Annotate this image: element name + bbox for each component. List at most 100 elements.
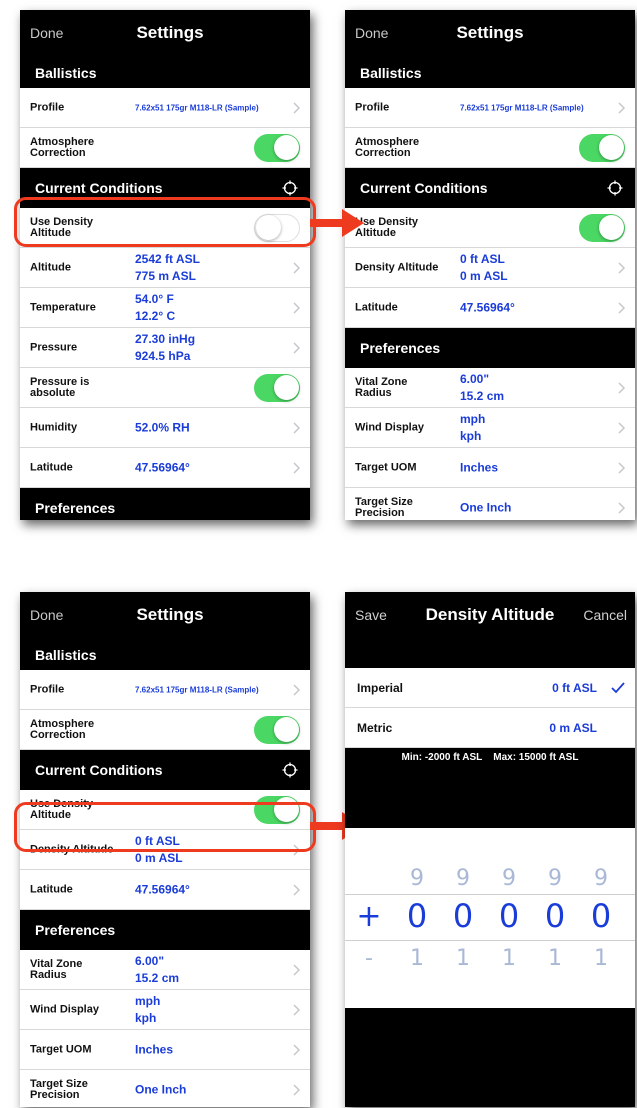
row-vital-zone[interactable]: Vital Zone Radius 6.00" 15.2 cm — [20, 950, 310, 990]
row-label: Profile — [355, 101, 390, 113]
latitude-value: 47.56964° — [460, 300, 515, 314]
chevron-right-icon — [293, 341, 301, 354]
row-label: Humidity — [30, 421, 78, 433]
section-title: Preferences — [360, 340, 441, 356]
row-temperature[interactable]: Temperature 54.0° F 12.2° C — [20, 288, 310, 328]
pressure-absolute-toggle[interactable] — [254, 373, 300, 402]
location-crosshair-icon[interactable] — [282, 762, 298, 778]
picker-digit-above[interactable]: 9 — [540, 866, 570, 891]
row-profile[interactable]: Profile 7.62x51 175gr M118-LR (Sample) — [20, 670, 310, 710]
picker-digit-below[interactable]: 1 — [494, 946, 524, 971]
altitude-picker[interactable]: 9 9 9 9 9 + 0 0 0 0 0 - 1 1 1 1 1 — [345, 828, 635, 1008]
row-wind-display[interactable]: Wind Display mph kph — [345, 408, 635, 448]
row-use-density-altitude: Use Density Altitude — [345, 208, 635, 248]
chevron-right-icon — [618, 301, 626, 314]
max-label: Max: 15000 ft ASL — [493, 752, 579, 763]
picker-digit-selected[interactable]: 0 — [540, 897, 570, 935]
row-label: Vital Zone Radius — [355, 375, 408, 399]
target-uom-value: Inches — [460, 460, 499, 474]
row-label: Temperature — [30, 301, 96, 313]
row-target-uom[interactable]: Target UOM Inches — [20, 1030, 310, 1070]
row-altitude[interactable]: Altitude 2542 ft ASL 775 m ASL — [20, 248, 310, 288]
location-crosshair-icon[interactable] — [607, 180, 623, 196]
altitude-value: 2542 ft ASL 775 m ASL — [135, 251, 200, 283]
spacer — [345, 640, 635, 668]
picker-sign-below[interactable]: - — [354, 946, 384, 971]
highlight-density-altitude — [14, 802, 316, 852]
vital-zone-value: 6.00" 15.2 cm — [135, 953, 180, 985]
picker-digit-selected[interactable]: 0 — [586, 897, 616, 935]
page-title: Settings — [136, 605, 204, 624]
row-label: Atmosphere Correction — [30, 717, 95, 741]
section-title: Ballistics — [35, 65, 97, 81]
temperature-value: 54.0° F 12.2° C — [135, 291, 176, 323]
row-latitude[interactable]: Latitude 47.56964° — [345, 288, 635, 328]
picker-digit-above[interactable]: 9 — [402, 866, 432, 891]
picker-digit-below[interactable]: 1 — [586, 946, 616, 971]
section-title: Preferences — [35, 922, 116, 938]
row-label: Target Size Precision — [355, 495, 413, 519]
row-atmosphere: Atmosphere Correction — [20, 710, 310, 750]
row-label: Profile — [30, 683, 65, 695]
section-preferences: Preferences — [345, 328, 635, 368]
profile-value: 7.62x51 175gr M118-LR (Sample) — [460, 103, 584, 112]
density-altitude-value: 0 ft ASL 0 m ASL — [460, 251, 508, 283]
row-profile[interactable]: Profile 7.62x51 175gr M118-LR (Sample) — [20, 88, 310, 128]
row-density-altitude[interactable]: Density Altitude 0 ft ASL 0 m ASL — [345, 248, 635, 288]
picker-digit-above[interactable]: 9 — [586, 866, 616, 891]
picker-digit-selected[interactable]: 0 — [402, 897, 432, 935]
row-target-size[interactable]: Target Size Precision One Inch — [345, 488, 635, 520]
nav-bar: Done Settings — [345, 10, 635, 58]
row-latitude[interactable]: Latitude 47.56964° — [20, 870, 310, 910]
row-label: Latitude — [355, 301, 398, 313]
picker-sign-selected[interactable]: + — [354, 899, 384, 934]
picker-digit-selected[interactable]: 0 — [494, 897, 524, 935]
row-imperial[interactable]: Imperial 0 ft ASL — [345, 668, 635, 708]
humidity-value: 52.0% RH — [135, 420, 190, 434]
picker-digit-above[interactable]: 9 — [494, 866, 524, 891]
section-current-conditions: Current Conditions — [20, 750, 310, 790]
picker-digit-below[interactable]: 1 — [448, 946, 478, 971]
row-humidity[interactable]: Humidity 52.0% RH — [20, 408, 310, 448]
chevron-right-icon — [618, 501, 626, 514]
picker-digit-selected[interactable]: 0 — [448, 897, 478, 935]
picker-digit-below[interactable]: 1 — [540, 946, 570, 971]
section-title: Current Conditions — [360, 180, 488, 196]
chevron-right-icon — [293, 1083, 301, 1096]
highlight-use-density — [14, 197, 316, 247]
row-target-uom[interactable]: Target UOM Inches — [345, 448, 635, 488]
chevron-right-icon — [293, 101, 301, 114]
atmosphere-toggle[interactable] — [254, 715, 300, 744]
section-ballistics: Ballistics — [345, 58, 635, 88]
location-crosshair-icon[interactable] — [282, 180, 298, 196]
picker-digit-below[interactable]: 1 — [402, 946, 432, 971]
section-title: Current Conditions — [35, 180, 163, 196]
settings-screen-1: Done Settings Ballistics Profile 7.62x51… — [20, 10, 310, 520]
row-atmosphere: Atmosphere Correction — [20, 128, 310, 168]
row-profile[interactable]: Profile 7.62x51 175gr M118-LR (Sample) — [345, 88, 635, 128]
picker-digit-above[interactable]: 9 — [448, 866, 478, 891]
row-label: Target Size Precision — [30, 1077, 88, 1101]
row-wind-display[interactable]: Wind Display mph kph — [20, 990, 310, 1030]
chevron-right-icon — [293, 421, 301, 434]
row-label: Latitude — [30, 883, 73, 895]
atmosphere-toggle[interactable] — [579, 133, 625, 162]
section-title: Preferences — [35, 500, 116, 516]
row-target-size[interactable]: Target Size Precision One Inch — [20, 1070, 310, 1107]
section-current-conditions: Current Conditions — [345, 168, 635, 208]
use-density-toggle[interactable] — [579, 213, 625, 242]
row-latitude[interactable]: Latitude 47.56964° — [20, 448, 310, 488]
range-hint: Min: -2000 ft ASL Max: 15000 ft ASL — [345, 748, 635, 828]
row-label: Use Density Altitude — [355, 215, 418, 239]
chevron-right-icon — [293, 301, 301, 314]
row-pressure[interactable]: Pressure 27.30 inHg 924.5 hPa — [20, 328, 310, 368]
atmosphere-toggle[interactable] — [254, 133, 300, 162]
page-title: Settings — [456, 23, 524, 42]
nav-bar: Done Settings — [20, 592, 310, 640]
bottom-area — [345, 1008, 635, 1107]
row-vital-zone[interactable]: Vital Zone Radius 6.00" 15.2 cm — [345, 368, 635, 408]
row-metric[interactable]: Metric 0 m ASL — [345, 708, 635, 748]
cancel-button[interactable]: Cancel — [583, 607, 627, 623]
wind-display-value: mph kph — [460, 411, 486, 443]
section-title: Current Conditions — [35, 762, 163, 778]
